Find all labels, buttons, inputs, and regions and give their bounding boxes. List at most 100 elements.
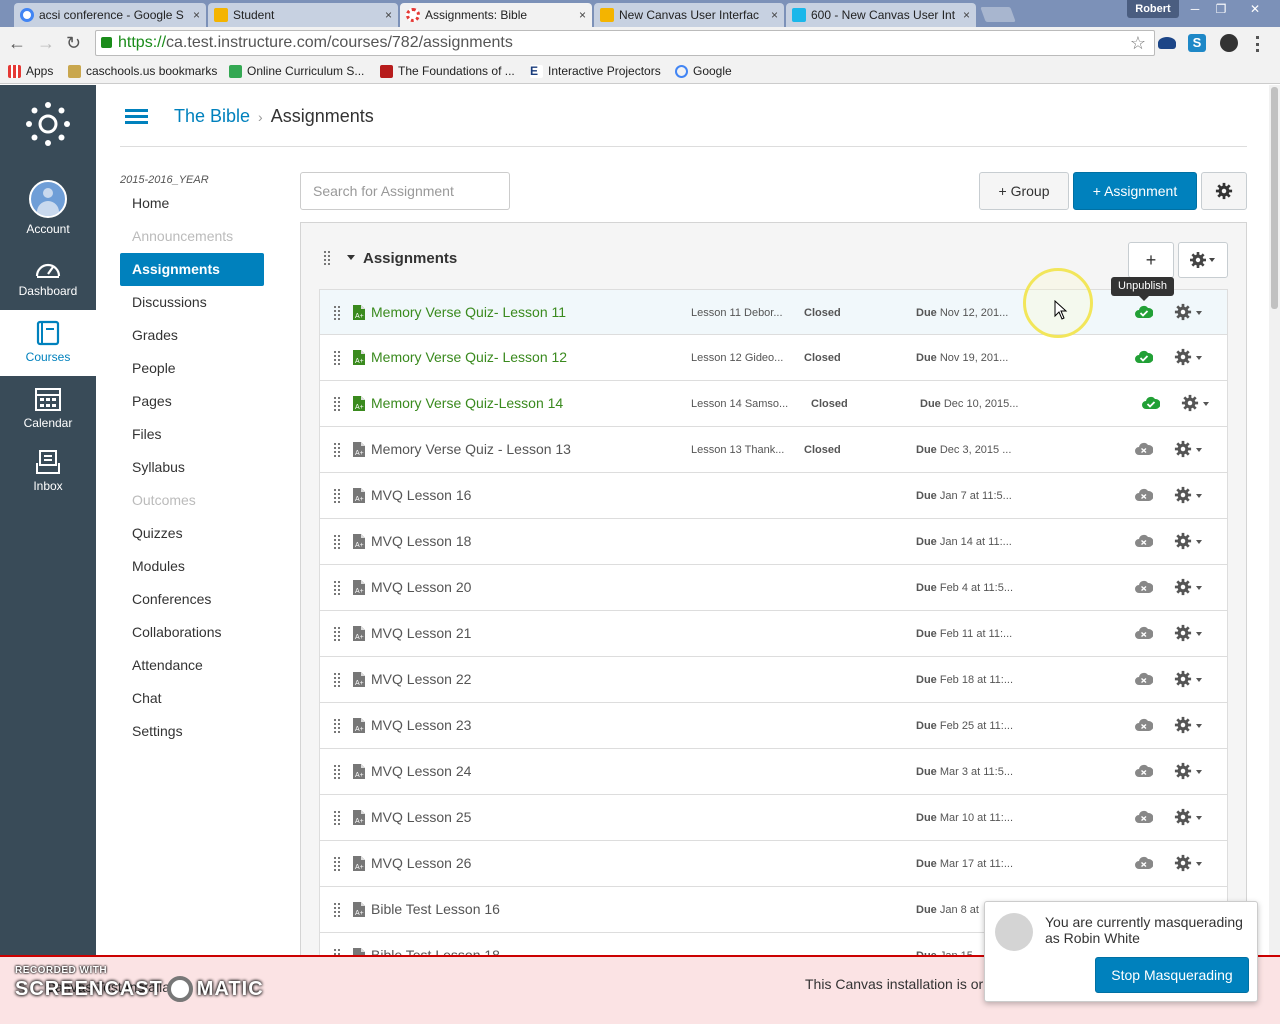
browser-tab-1[interactable]: Student × bbox=[208, 3, 398, 27]
gear-icon[interactable] bbox=[1174, 486, 1192, 504]
assignment-title-link[interactable]: MVQ Lesson 22 bbox=[371, 671, 471, 687]
gear-icon[interactable] bbox=[1174, 578, 1192, 596]
drag-handle-icon[interactable] bbox=[334, 719, 340, 733]
gear-icon[interactable] bbox=[1174, 716, 1192, 734]
drag-handle-icon[interactable] bbox=[334, 306, 340, 320]
assignment-title-link[interactable]: MVQ Lesson 21 bbox=[371, 625, 471, 641]
gear-icon[interactable] bbox=[1174, 440, 1192, 458]
table-row[interactable]: A+ Memory Verse Quiz-Lesson 14 Lesson 14 S… bbox=[319, 381, 1228, 427]
minimize-icon[interactable]: ─ bbox=[1182, 0, 1208, 18]
unpublished-cloud-icon[interactable] bbox=[1135, 856, 1153, 870]
table-row[interactable]: A+ MVQ Lesson 26 Due Mar 17 at 11:... bbox=[319, 841, 1228, 887]
gear-icon[interactable] bbox=[1174, 348, 1192, 366]
assignment-title-link[interactable]: Memory Verse Quiz-Lesson 14 bbox=[371, 395, 563, 411]
gear-icon[interactable] bbox=[1174, 762, 1192, 780]
course-menu-toggle-icon[interactable] bbox=[125, 109, 148, 125]
drag-handle-icon[interactable] bbox=[334, 627, 340, 641]
global-nav-account[interactable]: Account bbox=[0, 180, 96, 238]
published-cloud-icon[interactable] bbox=[1142, 396, 1160, 410]
bookmark-google[interactable]: Google bbox=[675, 64, 732, 78]
assignment-title-link[interactable]: MVQ Lesson 18 bbox=[371, 533, 471, 549]
stop-masquerading-button[interactable]: Stop Masquerading bbox=[1095, 957, 1249, 993]
close-icon[interactable]: × bbox=[963, 8, 970, 22]
course-nav-assignments[interactable]: Assignments bbox=[120, 253, 264, 286]
unpublished-cloud-icon[interactable] bbox=[1135, 534, 1153, 548]
profile-button[interactable]: Robert bbox=[1127, 0, 1179, 18]
global-nav-calendar[interactable]: Calendar bbox=[0, 386, 96, 436]
add-group-button[interactable]: + Group bbox=[979, 172, 1069, 210]
assignment-title-link[interactable]: MVQ Lesson 16 bbox=[371, 487, 471, 503]
course-nav-files[interactable]: Files bbox=[120, 418, 264, 451]
drag-handle-icon[interactable] bbox=[334, 535, 340, 549]
address-bar[interactable]: https://ca.test.instructure.com/courses/… bbox=[95, 30, 1155, 56]
course-nav-attendance[interactable]: Attendance bbox=[120, 649, 264, 682]
s-extension-icon[interactable]: S bbox=[1188, 34, 1206, 52]
group-settings-button[interactable] bbox=[1178, 242, 1228, 278]
page-scrollbar[interactable] bbox=[1269, 85, 1280, 955]
unpublished-cloud-icon[interactable] bbox=[1135, 626, 1153, 640]
assignment-title-link[interactable]: MVQ Lesson 24 bbox=[371, 763, 471, 779]
add-assignment-button[interactable]: + Assignment bbox=[1073, 172, 1197, 210]
global-nav-courses[interactable]: Courses bbox=[0, 310, 96, 376]
gear-icon[interactable] bbox=[1174, 808, 1192, 826]
chevron-down-icon[interactable] bbox=[1196, 770, 1202, 774]
chevron-down-icon[interactable] bbox=[1196, 540, 1202, 544]
assignment-title-link[interactable]: Bible Test Lesson 16 bbox=[371, 901, 500, 917]
bookmark-interactive-projectors[interactable]: E Interactive Projectors bbox=[530, 64, 661, 78]
assignment-title-link[interactable]: Memory Verse Quiz- Lesson 12 bbox=[371, 349, 567, 365]
global-nav-dashboard[interactable]: Dashboard bbox=[0, 258, 96, 308]
canvas-logo[interactable] bbox=[26, 102, 70, 146]
forward-icon[interactable]: → bbox=[37, 33, 55, 53]
new-tab-button[interactable] bbox=[980, 7, 1016, 22]
course-nav-people[interactable]: People bbox=[120, 352, 264, 385]
drag-handle-icon[interactable] bbox=[334, 351, 340, 365]
chevron-down-icon[interactable] bbox=[1196, 862, 1202, 866]
collapse-caret-icon[interactable] bbox=[347, 255, 355, 260]
close-icon[interactable]: × bbox=[193, 8, 200, 22]
gear-icon[interactable] bbox=[1174, 303, 1192, 321]
chevron-down-icon[interactable] bbox=[1196, 678, 1202, 682]
chrome-menu-icon[interactable] bbox=[1256, 36, 1260, 52]
assignment-group-header[interactable]: Assignments + bbox=[301, 223, 1246, 289]
unpublished-cloud-icon[interactable] bbox=[1135, 580, 1153, 594]
browser-tab-3[interactable]: New Canvas User Interfac × bbox=[594, 3, 784, 27]
drag-handle-icon[interactable] bbox=[334, 811, 340, 825]
drag-handle-icon[interactable] bbox=[334, 673, 340, 687]
scrollbar-thumb[interactable] bbox=[1271, 87, 1278, 309]
assignment-title-link[interactable]: Memory Verse Quiz - Lesson 13 bbox=[371, 441, 571, 457]
assignment-title-link[interactable]: Memory Verse Quiz- Lesson 11 bbox=[371, 304, 566, 320]
course-nav-collaborations[interactable]: Collaborations bbox=[120, 616, 264, 649]
table-row[interactable]: A+ Memory Verse Quiz - Lesson 13 Lesson 13… bbox=[319, 427, 1228, 473]
table-row[interactable]: A+ MVQ Lesson 16 Due Jan 7 at 11:5... bbox=[319, 473, 1228, 519]
breadcrumb-course-link[interactable]: The Bible bbox=[174, 106, 250, 126]
chevron-down-icon[interactable] bbox=[1196, 494, 1202, 498]
back-icon[interactable]: ← bbox=[8, 33, 26, 53]
course-nav-quizzes[interactable]: Quizzes bbox=[120, 517, 264, 550]
course-nav-settings[interactable]: Settings bbox=[120, 715, 264, 748]
close-icon[interactable]: × bbox=[579, 8, 586, 22]
unpublished-cloud-icon[interactable] bbox=[1135, 718, 1153, 732]
drag-handle-icon[interactable] bbox=[334, 443, 340, 457]
settings-button[interactable] bbox=[1201, 172, 1247, 210]
bookmark-online-curriculum[interactable]: Online Curriculum S... bbox=[229, 64, 364, 78]
table-row[interactable]: A+ MVQ Lesson 22 Due Feb 18 at 11:... bbox=[319, 657, 1228, 703]
table-row[interactable]: A+ MVQ Lesson 25 Due Mar 10 at 11:... bbox=[319, 795, 1228, 841]
close-icon[interactable]: × bbox=[771, 8, 778, 22]
drag-handle-icon[interactable] bbox=[334, 397, 340, 411]
unpublished-cloud-icon[interactable] bbox=[1135, 672, 1153, 686]
table-row[interactable]: A+ MVQ Lesson 24 Due Mar 3 at 11:5... bbox=[319, 749, 1228, 795]
window-close-icon[interactable]: ✕ bbox=[1240, 0, 1270, 18]
chevron-down-icon[interactable] bbox=[1196, 448, 1202, 452]
table-row[interactable]: A+ MVQ Lesson 21 Due Feb 11 at 11:... bbox=[319, 611, 1228, 657]
reload-icon[interactable]: ↻ bbox=[66, 33, 81, 53]
drag-handle-icon[interactable] bbox=[334, 903, 340, 917]
course-nav-discussions[interactable]: Discussions bbox=[120, 286, 264, 319]
unpublished-cloud-icon[interactable] bbox=[1135, 488, 1153, 502]
gear-icon[interactable] bbox=[1174, 670, 1192, 688]
course-nav-home[interactable]: Home bbox=[120, 187, 264, 220]
chevron-down-icon[interactable] bbox=[1196, 311, 1202, 315]
global-nav-inbox[interactable]: Inbox bbox=[0, 449, 96, 499]
drag-handle-icon[interactable] bbox=[334, 581, 340, 595]
course-nav-grades[interactable]: Grades bbox=[120, 319, 264, 352]
course-nav-conferences[interactable]: Conferences bbox=[120, 583, 264, 616]
